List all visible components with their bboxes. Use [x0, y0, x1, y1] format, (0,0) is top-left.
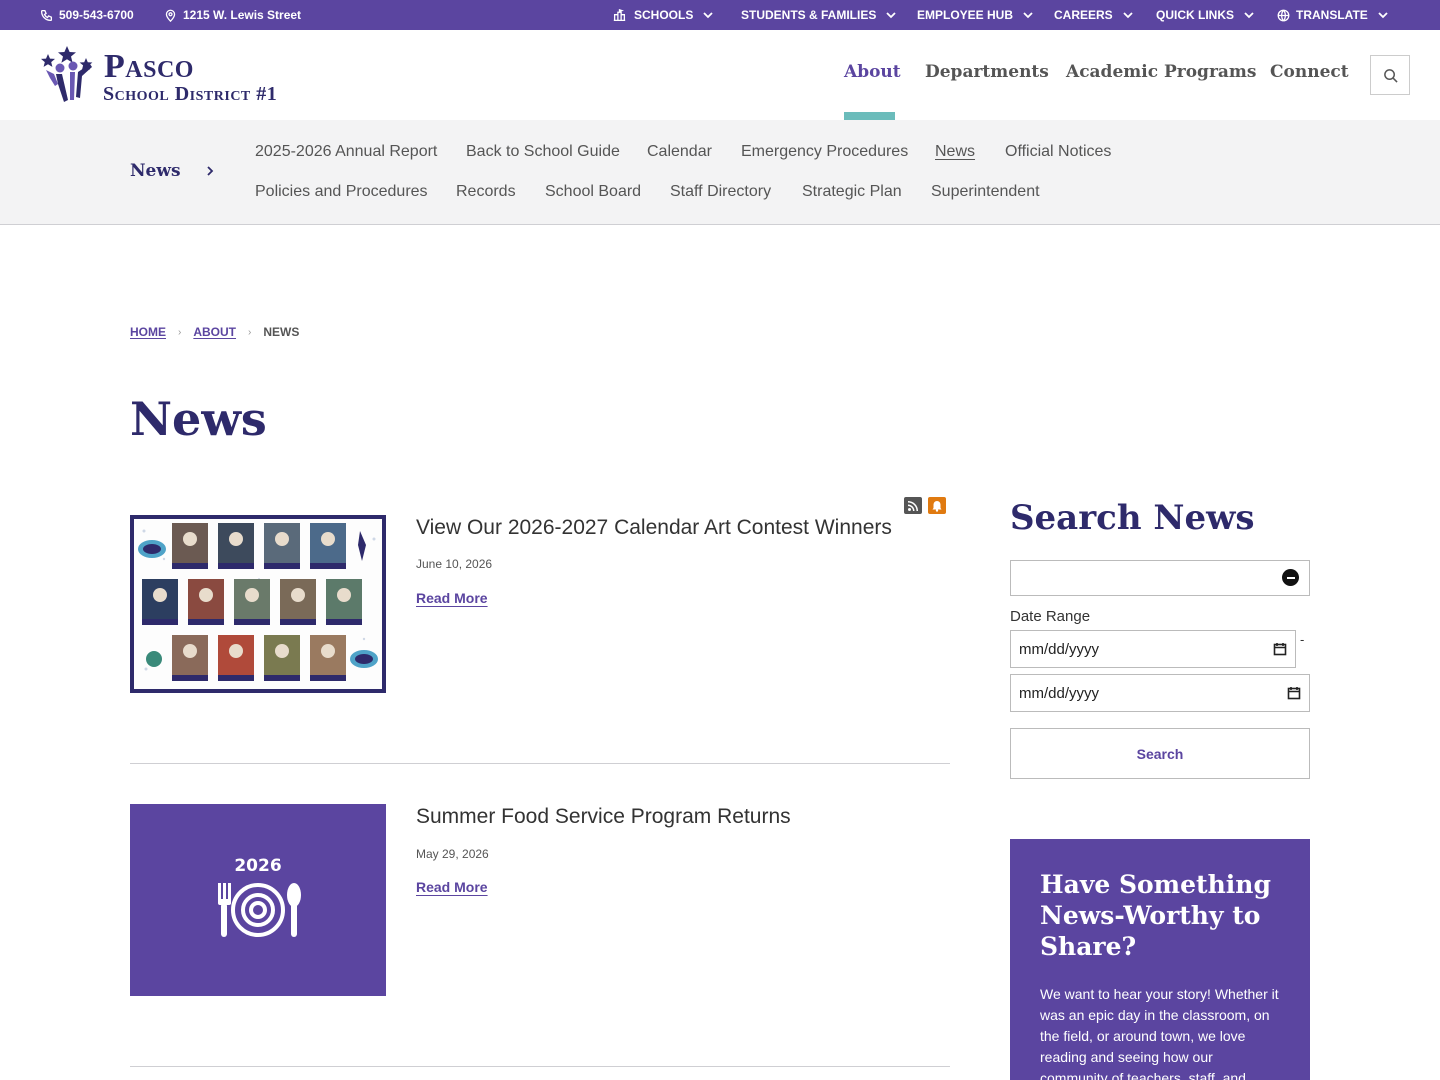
district-logo[interactable]: Pasco School District #1: [40, 44, 300, 110]
feed-icons: [904, 497, 946, 514]
phone-number: 509-543-6700: [59, 8, 134, 22]
date-range-separator: -: [1300, 632, 1305, 647]
site-search-button[interactable]: [1370, 55, 1410, 95]
start-date-input[interactable]: mm/dd/yyyy: [1010, 630, 1296, 668]
search-icon: [1383, 68, 1398, 83]
news-article: 2026 Summer Food Service Program Returns…: [130, 804, 950, 996]
breadcrumb-home[interactable]: HOME: [130, 325, 166, 339]
page-title: News: [130, 392, 267, 446]
phone-link[interactable]: 509-543-6700: [40, 0, 134, 30]
breadcrumb-separator-icon: ›: [178, 326, 182, 338]
phone-icon: [40, 9, 53, 21]
subnav-annual-report[interactable]: 2025-2026 Annual Report: [255, 143, 437, 161]
nav-departments[interactable]: Departments: [925, 62, 1049, 82]
breadcrumb-about[interactable]: ABOUT: [193, 325, 236, 339]
translate-menu[interactable]: TRANSLATE: [1277, 0, 1388, 30]
section-subnav: News 2025-2026 Annual Report Back to Sch…: [0, 120, 1440, 225]
start-date-placeholder: mm/dd/yyyy: [1019, 640, 1100, 658]
promo-text: We want to hear your story! Whether it w…: [1040, 986, 1279, 1080]
subnav-calendar[interactable]: Calendar: [647, 143, 712, 161]
logo-line-2: School District #1: [103, 83, 278, 105]
news-article: View Our 2026-2027 Calendar Art Contest …: [130, 515, 950, 693]
chevron-down-icon: [703, 12, 713, 19]
address-link[interactable]: 1215 W. Lewis Street: [164, 0, 301, 30]
notifications-button[interactable]: [928, 497, 946, 514]
address-text: 1215 W. Lewis Street: [183, 8, 302, 22]
quick-links-menu[interactable]: QUICK LINKS: [1156, 0, 1254, 30]
subnav-section-title: News: [130, 161, 181, 181]
chevron-down-icon: [1378, 12, 1388, 19]
clear-keyword-button[interactable]: [1282, 569, 1299, 586]
breadcrumb-separator-icon: ›: [248, 326, 252, 338]
chevron-down-icon: [1023, 12, 1033, 19]
nav-academic-programs[interactable]: Academic Programs: [1066, 62, 1256, 82]
subnav-news[interactable]: News: [935, 143, 975, 161]
article-title[interactable]: View Our 2026-2027 Calendar Art Contest …: [416, 516, 892, 540]
subnav-records[interactable]: Records: [456, 183, 516, 201]
subnav-emergency-procedures[interactable]: Emergency Procedures: [741, 143, 908, 161]
subnav-back-to-school[interactable]: Back to School Guide: [466, 143, 620, 161]
nav-about[interactable]: About: [844, 62, 901, 82]
subnav-strategic-plan[interactable]: Strategic Plan: [802, 183, 902, 201]
article-divider: [130, 1066, 950, 1067]
logo-stars-icon: [41, 46, 93, 102]
careers-menu[interactable]: CAREERS: [1054, 0, 1133, 30]
news-keyword-input[interactable]: [1010, 560, 1310, 596]
end-date-placeholder: mm/dd/yyyy: [1019, 684, 1100, 702]
read-more-link[interactable]: Read More: [416, 590, 488, 606]
article-title[interactable]: Summer Food Service Program Returns: [416, 805, 791, 829]
subnav-school-board[interactable]: School Board: [545, 183, 641, 201]
share-news-promo: Have Something News-Worthy to Share? We …: [1010, 839, 1310, 1080]
nav-connect[interactable]: Connect: [1270, 62, 1349, 82]
subnav-superintendent[interactable]: Superintendent: [931, 183, 1040, 201]
end-date-input[interactable]: mm/dd/yyyy: [1010, 674, 1310, 712]
article-date: June 10, 2026: [416, 557, 493, 571]
art-contest-collage-image: [134, 519, 382, 689]
article-date: May 29, 2026: [416, 847, 489, 861]
article-divider: [130, 763, 950, 764]
date-range-label: Date Range: [1010, 608, 1091, 625]
read-more-link[interactable]: Read More: [416, 879, 488, 895]
students-families-menu[interactable]: STUDENTS & FAMILIES: [741, 0, 896, 30]
active-nav-indicator: [844, 112, 895, 120]
chevron-down-icon: [1123, 12, 1133, 19]
rss-feed-button[interactable]: [904, 497, 922, 514]
fork-plate-spoon-icon: 2026: [218, 856, 301, 937]
breadcrumb-current: NEWS: [263, 325, 300, 339]
chevron-down-icon: [1244, 12, 1254, 19]
map-pin-icon: [165, 9, 176, 22]
calendar-icon[interactable]: [1287, 686, 1301, 700]
subnav-official-notices[interactable]: Official Notices: [1005, 143, 1111, 161]
site-header: Pasco School District #1 About Departmen…: [0, 30, 1440, 120]
employee-hub-menu[interactable]: EMPLOYEE HUB: [917, 0, 1033, 30]
bell-icon: [932, 500, 942, 512]
chevron-right-icon: [207, 166, 214, 176]
article-image-summer-food[interactable]: 2026: [130, 804, 386, 996]
search-news-title: Search News: [1010, 498, 1255, 538]
article-image-art-contest[interactable]: [130, 515, 386, 693]
minus-icon: [1286, 576, 1295, 579]
svg-text:2026: 2026: [234, 856, 281, 876]
calendar-icon[interactable]: [1273, 642, 1287, 656]
rss-icon: [908, 500, 918, 511]
school-building-icon: [613, 8, 626, 21]
globe-icon: [1277, 9, 1290, 21]
breadcrumb: HOME › ABOUT › NEWS: [130, 325, 299, 339]
promo-title: Have Something News-Worthy to Share?: [1040, 870, 1271, 961]
utility-bar: 509-543-6700 1215 W. Lewis Street SCHOOL…: [0, 0, 1440, 30]
schools-menu[interactable]: SCHOOLS: [611, 0, 713, 30]
search-news-button[interactable]: Search: [1010, 728, 1310, 779]
chevron-down-icon: [886, 12, 896, 19]
logo-line-1: Pasco: [104, 48, 194, 85]
subnav-policies[interactable]: Policies and Procedures: [255, 183, 428, 201]
subnav-staff-directory[interactable]: Staff Directory: [670, 183, 771, 201]
